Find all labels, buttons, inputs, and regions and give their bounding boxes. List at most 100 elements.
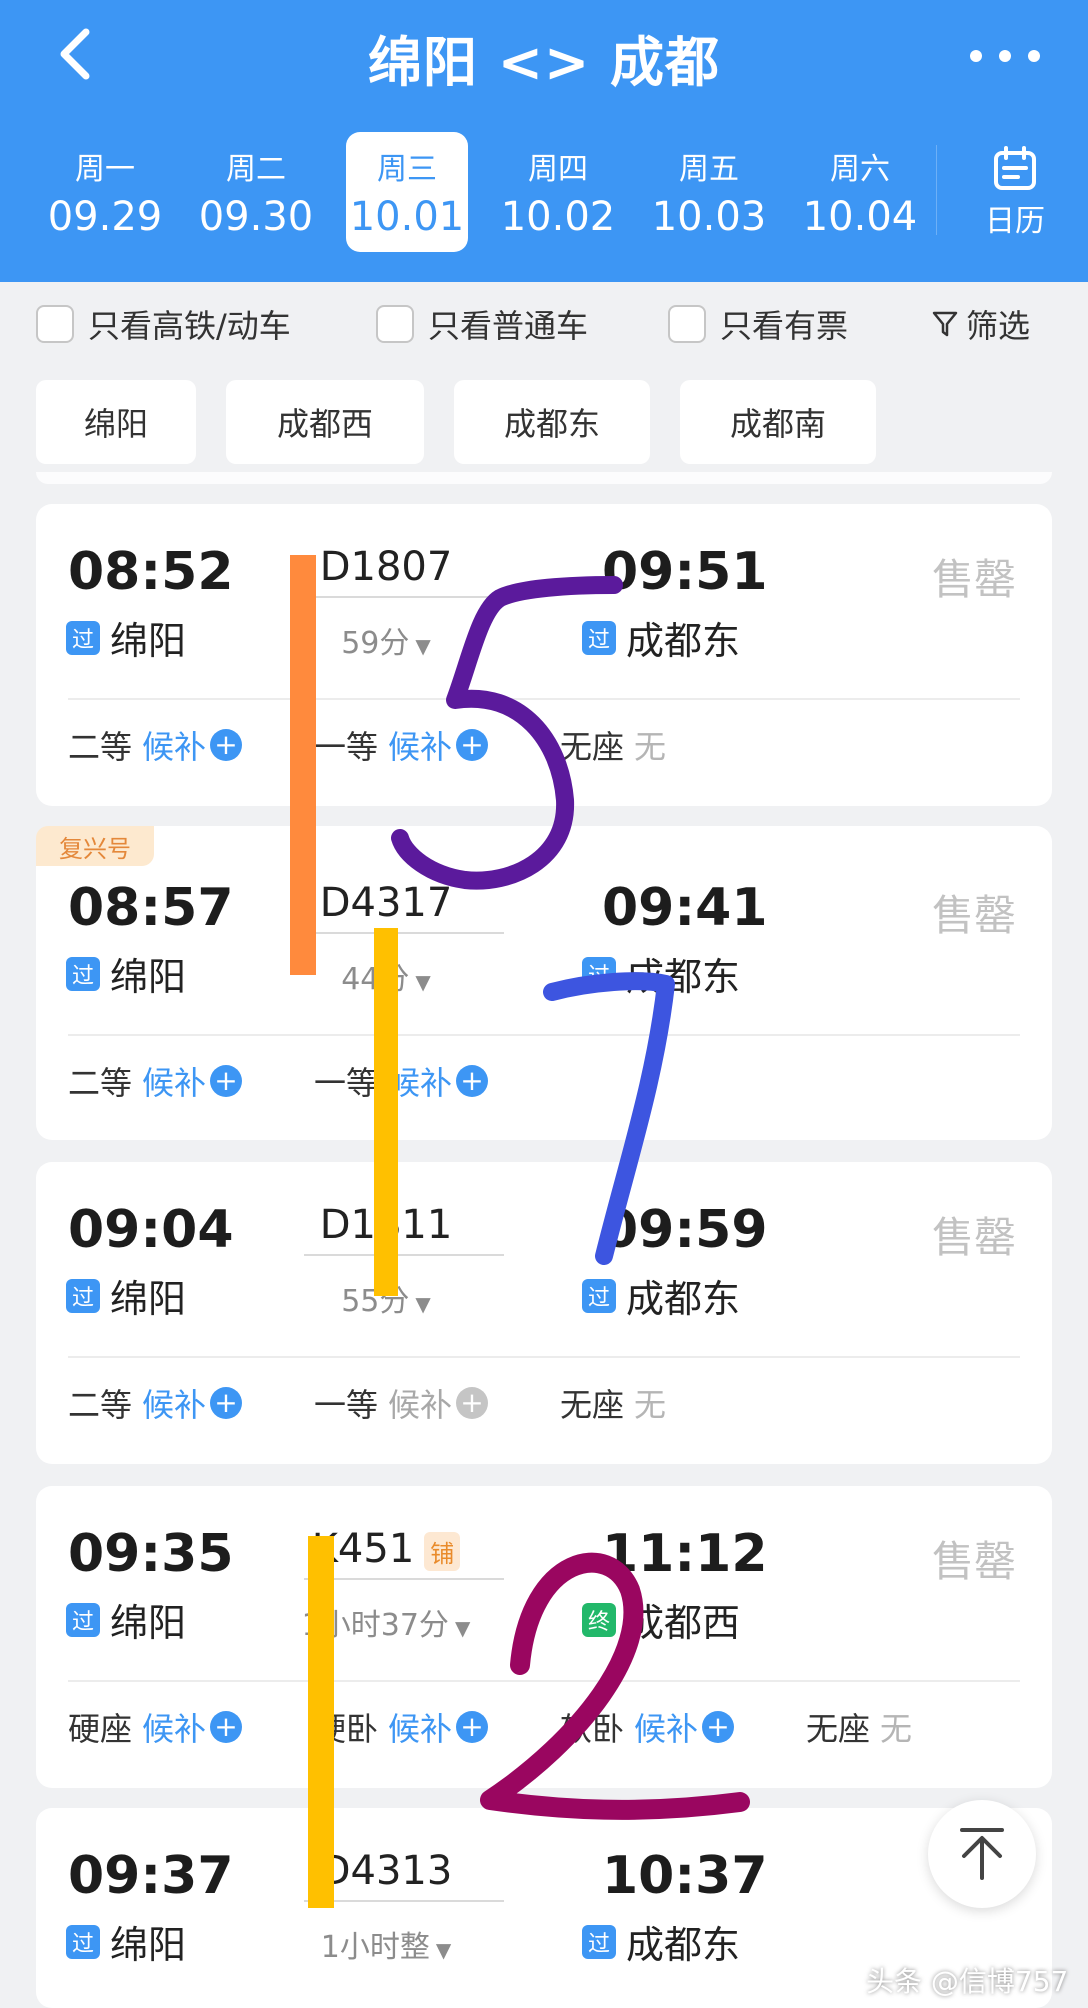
divider bbox=[68, 1034, 1020, 1036]
seat-second-class[interactable]: 二等 候补 + bbox=[68, 1380, 243, 1426]
seat-second-class[interactable]: 二等 候补 + bbox=[68, 1058, 243, 1104]
checkbox-highspeed[interactable]: 只看高铁/动车 bbox=[36, 302, 291, 346]
seat-hard-sleeper[interactable]: 硬卧 候补 + bbox=[314, 1704, 489, 1750]
date-tab-thu[interactable]: 周四 10.02 bbox=[497, 132, 619, 252]
date-tabs: 周一 09.29 周二 09.30 周三 10.01 周四 10.02 周五 1… bbox=[0, 132, 1088, 252]
station-chip-chengdu-south[interactable]: 成都南 bbox=[680, 380, 876, 464]
seat-hard-seat[interactable]: 硬座 候补 + bbox=[68, 1704, 243, 1750]
duration-toggle[interactable]: 1小时整 ▼ bbox=[246, 1922, 526, 1966]
sold-out-status: 售罄 bbox=[931, 1537, 1016, 1586]
checkbox-box[interactable] bbox=[36, 305, 74, 343]
pass-badge: 过 bbox=[66, 620, 100, 655]
departure-time: 09:35 bbox=[68, 1524, 234, 1584]
pass-badge: 过 bbox=[66, 1602, 100, 1637]
pass-badge: 过 bbox=[582, 1924, 616, 1959]
pass-badge: 过 bbox=[66, 956, 100, 991]
station-chip-chengdu-east[interactable]: 成都东 bbox=[454, 380, 650, 464]
route-line bbox=[304, 1578, 504, 1580]
station-chip-chengdu-west[interactable]: 成都西 bbox=[226, 380, 424, 464]
station-chip-mianyang[interactable]: 绵阳 bbox=[36, 380, 196, 464]
calendar-button[interactable]: 日历 bbox=[960, 140, 1070, 250]
seat-row: 硬座 候补 + 硬卧 候补 + 软卧 候补 + 无座无 bbox=[68, 1704, 1020, 1754]
train-number: D4317 bbox=[319, 880, 453, 926]
departure-time: 08:57 bbox=[68, 878, 234, 938]
seat-first-class[interactable]: 一等 候补 + bbox=[314, 722, 489, 768]
arrival-time: 10:37 bbox=[602, 1846, 768, 1906]
filter-icon bbox=[932, 311, 958, 337]
seat-first-class: 一等 候补 + bbox=[314, 1380, 489, 1426]
checkbox-box[interactable] bbox=[376, 305, 414, 343]
date-tab-tue[interactable]: 周二 09.30 bbox=[195, 132, 317, 252]
plus-icon[interactable]: + bbox=[702, 1711, 735, 1743]
seat-first-class[interactable]: 一等 候补 + bbox=[314, 1058, 489, 1104]
calendar-divider bbox=[936, 145, 937, 235]
train-number: K451 铺 bbox=[246, 1526, 526, 1572]
departure-station: 过 绵阳 bbox=[66, 1268, 186, 1323]
arrival-station: 过 成都东 bbox=[582, 1268, 740, 1323]
divider bbox=[68, 1356, 1020, 1358]
duration-toggle[interactable]: 59分 ▼ bbox=[246, 618, 526, 662]
caret-down-icon: ▼ bbox=[454, 1616, 471, 1640]
seat-second-class[interactable]: 二等 候补 + bbox=[68, 722, 243, 768]
departure-station: 过 绵阳 bbox=[66, 1914, 186, 1969]
seat-no-seat: 无座无 bbox=[806, 1710, 913, 1748]
departure-time: 09:37 bbox=[68, 1846, 234, 1906]
departure-station: 过 绵阳 bbox=[66, 1592, 186, 1647]
seat-no-seat: 无座无 bbox=[560, 1386, 667, 1424]
plus-icon[interactable]: + bbox=[456, 1711, 489, 1743]
pass-badge: 过 bbox=[582, 1278, 616, 1313]
route-title: 绵阳 <> 成都 bbox=[367, 31, 721, 94]
sold-out-status: 售罄 bbox=[931, 1213, 1016, 1262]
duration-toggle[interactable]: 44分 ▼ bbox=[246, 954, 526, 998]
arrival-time: 09:59 bbox=[602, 1200, 768, 1260]
date-tab-fri[interactable]: 周五 10.03 bbox=[648, 132, 770, 252]
seat-soft-sleeper[interactable]: 软卧 候补 + bbox=[560, 1704, 735, 1750]
train-card[interactable]: 08:52 过 绵阳 D1807 59分 ▼ 09:51 过 成都东 售罄 二等候… bbox=[36, 504, 1052, 806]
terminal-badge: 终 bbox=[582, 1602, 616, 1637]
train-card[interactable]: 09:35 过 绵阳 K451 铺 1小时37分 ▼ 11:12 终 成都西 售罄 … bbox=[36, 1486, 1052, 1788]
plus-icon[interactable]: + bbox=[456, 1065, 489, 1097]
plus-icon[interactable]: + bbox=[210, 1065, 243, 1097]
route-line bbox=[304, 932, 504, 934]
seat-no-seat: 无座无 bbox=[560, 728, 667, 766]
caret-down-icon: ▼ bbox=[415, 1292, 431, 1316]
date-tab-wed-selected[interactable]: 周三 10.01 bbox=[346, 132, 468, 252]
plus-icon: + bbox=[456, 1387, 489, 1419]
sleeper-tag: 铺 bbox=[424, 1531, 461, 1571]
checkbox-available[interactable]: 只看有票 bbox=[668, 302, 848, 346]
plus-icon[interactable]: + bbox=[456, 729, 489, 761]
departure-station: 过 绵阳 bbox=[66, 946, 186, 1001]
app-header: 绵阳 <> 成都 周一 09.29 周二 09.30 周三 10.01 周四 1… bbox=[0, 0, 1088, 282]
date-tab-sat[interactable]: 周六 10.04 bbox=[799, 132, 921, 252]
route-line bbox=[304, 1900, 504, 1902]
divider bbox=[68, 698, 1020, 700]
fuxing-tag: 复兴号 bbox=[36, 826, 154, 866]
back-to-top-button[interactable] bbox=[928, 1800, 1036, 1908]
pass-badge: 过 bbox=[582, 620, 616, 655]
plus-icon[interactable]: + bbox=[210, 729, 243, 761]
more-icon[interactable] bbox=[970, 36, 1040, 76]
arrival-station: 终 成都西 bbox=[582, 1592, 740, 1647]
divider bbox=[68, 1680, 1020, 1682]
plus-icon[interactable]: + bbox=[210, 1387, 243, 1419]
filter-button[interactable]: 筛选 bbox=[932, 302, 1030, 346]
caret-down-icon: ▼ bbox=[435, 1938, 452, 1962]
plus-icon[interactable]: + bbox=[210, 1711, 243, 1743]
checkbox-regular[interactable]: 只看普通车 bbox=[376, 302, 588, 346]
arrival-station: 过 成都东 bbox=[582, 1914, 740, 1969]
duration-toggle[interactable]: 55分 ▼ bbox=[246, 1276, 526, 1320]
checkbox-box[interactable] bbox=[668, 305, 706, 343]
departure-station: 过 绵阳 bbox=[66, 610, 186, 665]
train-card[interactable]: 09:04 过 绵阳 D1811 55分 ▼ 09:59 过 成都东 售罄 二等候… bbox=[36, 1162, 1052, 1464]
seat-row: 二等 候补 + 一等 候补 + bbox=[68, 1058, 1020, 1108]
train-number: D4313 bbox=[319, 1848, 453, 1894]
duration-toggle[interactable]: 1小时37分 ▼ bbox=[246, 1600, 526, 1644]
arrival-station: 过 成都东 bbox=[582, 610, 740, 665]
train-card[interactable]: 08:57 过 绵阳 D4317 44分 ▼ 09:41 过 成都东 售罄 二等候… bbox=[36, 826, 1052, 1140]
arrival-time: 09:41 bbox=[602, 878, 768, 938]
arrival-time: 09:51 bbox=[602, 542, 768, 602]
pass-badge: 过 bbox=[66, 1924, 100, 1959]
pass-badge: 过 bbox=[582, 956, 616, 991]
date-tab-mon[interactable]: 周一 09.29 bbox=[44, 132, 166, 252]
caret-down-icon: ▼ bbox=[415, 970, 431, 994]
